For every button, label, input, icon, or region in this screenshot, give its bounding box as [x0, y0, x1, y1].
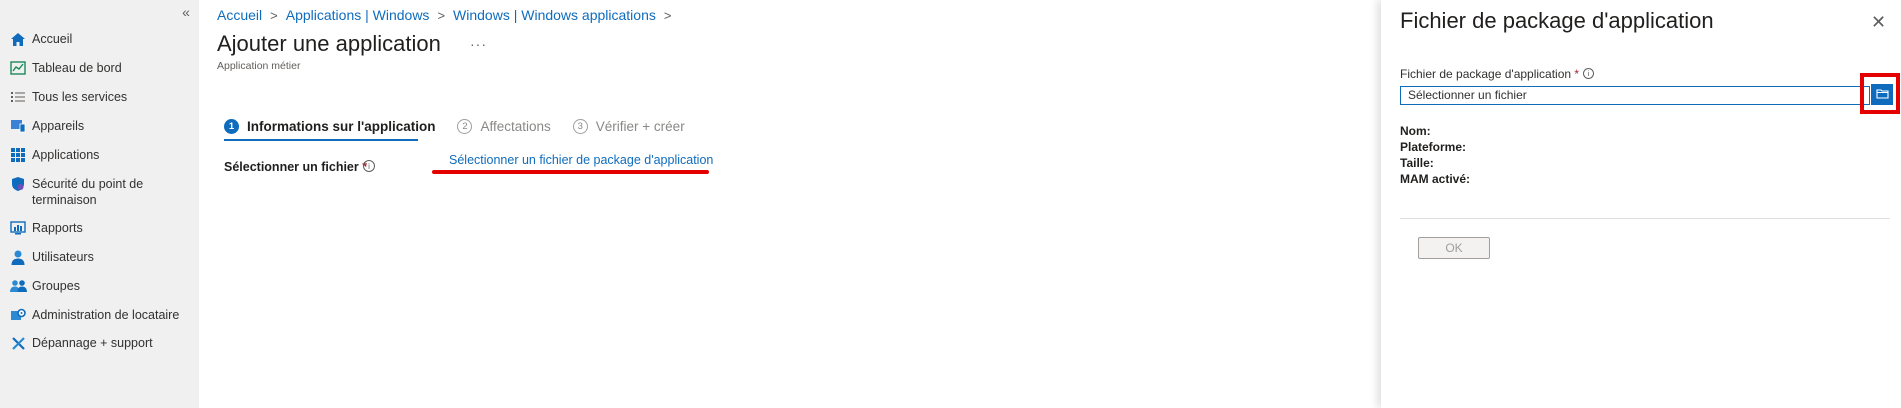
- breadcrumb-link-windows-applications[interactable]: Windows | Windows applications: [453, 7, 656, 23]
- sidebar-item-label: Applications: [32, 148, 100, 162]
- package-file-panel: Fichier de package d'application ✕ Fichi…: [1381, 0, 1901, 408]
- sidebar-item-rapports[interactable]: Rapports: [9, 220, 192, 236]
- home-icon: [9, 31, 27, 47]
- select-file-label: Sélectionner un fichier *: [224, 160, 367, 174]
- info-icon[interactable]: i: [1583, 68, 1594, 79]
- close-panel-button[interactable]: ✕: [1871, 12, 1886, 33]
- sidebar-item-label: Tableau de bord: [32, 61, 122, 75]
- sidebar-item-label: Dépannage + support: [32, 336, 153, 350]
- devices-icon: [9, 118, 27, 134]
- tools-icon: [9, 335, 27, 351]
- sidebar-item-groupes[interactable]: Groupes: [9, 278, 192, 294]
- package-file-field-label: Fichier de package d'application *: [1400, 67, 1579, 81]
- tab-label: Vérifier + créer: [595, 118, 685, 134]
- meta-taille: Taille:: [1400, 156, 1434, 170]
- meta-nom: Nom:: [1400, 124, 1431, 138]
- tab-informations[interactable]: 1 Informations sur l'application: [224, 115, 435, 137]
- tab-verifier-creer[interactable]: 3 Vérifier + créer: [572, 115, 685, 137]
- sidebar-item-tableau-de-bord[interactable]: Tableau de bord: [9, 60, 192, 76]
- sidebar-item-appareils[interactable]: Appareils: [9, 118, 192, 134]
- tab-label: Informations sur l'application: [247, 118, 436, 134]
- select-package-file-link[interactable]: Sélectionner un fichier de package d'app…: [449, 153, 713, 167]
- sidebar-item-utilisateurs[interactable]: Utilisateurs: [9, 249, 192, 265]
- panel-title: Fichier de package d'application: [1400, 8, 1714, 33]
- tenant-admin-icon: [9, 307, 27, 323]
- ok-button[interactable]: OK: [1418, 237, 1490, 259]
- package-file-field-label-text: Fichier de package d'application: [1400, 67, 1572, 81]
- chevron-right-icon: >: [270, 7, 278, 23]
- sidebar-item-label: Administration de locataire: [32, 308, 180, 322]
- apps-grid-icon: [9, 147, 27, 163]
- package-file-input[interactable]: Sélectionner un fichier: [1400, 86, 1870, 105]
- breadcrumb: Accueil > Applications | Windows > Windo…: [217, 7, 679, 23]
- select-file-label-text: Sélectionner un fichier: [224, 160, 359, 174]
- sidebar-item-depannage[interactable]: Dépannage + support: [9, 335, 192, 351]
- user-icon: [9, 249, 27, 265]
- info-icon[interactable]: i: [363, 160, 375, 172]
- sidebar-item-label: Sécurité du point de terminaison: [32, 177, 144, 207]
- sidebar-item-label: Appareils: [32, 119, 85, 133]
- sidebar-item-label: Groupes: [32, 279, 80, 293]
- highlight-box-annotation: [1860, 73, 1900, 114]
- sidebar-item-securite[interactable]: Sécurité du point de terminaison: [9, 176, 192, 208]
- step-number-badge: 2: [457, 118, 473, 134]
- sidebar-item-label: Tous les services: [32, 90, 128, 104]
- step-number-badge: 1: [224, 118, 239, 134]
- left-nav-sidebar: « Accueil Tableau de bord Tous les servi…: [0, 0, 199, 408]
- list-icon: [9, 89, 27, 105]
- wizard-tabs: 1 Informations sur l'application 2 Affec…: [224, 115, 707, 141]
- more-options-button[interactable]: ···: [470, 36, 487, 52]
- sidebar-item-accueil[interactable]: Accueil: [9, 31, 192, 47]
- breadcrumb-link-applications-windows[interactable]: Applications | Windows: [286, 7, 430, 23]
- collapse-sidebar-button[interactable]: «: [176, 2, 196, 22]
- reports-icon: [9, 220, 27, 236]
- meta-mam-active: MAM activé:: [1400, 172, 1471, 186]
- meta-plateforme: Plateforme:: [1400, 140, 1467, 154]
- dashboard-icon: [9, 60, 27, 76]
- chevron-right-icon: >: [663, 7, 672, 23]
- sidebar-item-label: Utilisateurs: [32, 250, 94, 264]
- page-title: Ajouter une application: [217, 31, 441, 56]
- step-number-badge: 3: [572, 118, 588, 134]
- active-tab-indicator: [224, 139, 418, 141]
- breadcrumb-link-accueil[interactable]: Accueil: [217, 7, 262, 23]
- page-subtitle: Application métier: [217, 60, 301, 72]
- chevron-right-icon: >: [437, 7, 446, 23]
- tab-label: Affectations: [480, 118, 551, 134]
- sidebar-item-administration[interactable]: Administration de locataire: [9, 307, 192, 323]
- divider: [1400, 218, 1890, 219]
- tab-affectations[interactable]: 2 Affectations: [457, 115, 551, 137]
- sidebar-item-label: Accueil: [32, 32, 73, 46]
- shield-icon: [9, 176, 27, 192]
- sidebar-item-label: Rapports: [32, 221, 83, 235]
- sidebar-item-applications[interactable]: Applications: [9, 147, 192, 163]
- highlight-underline-annotation: [432, 170, 709, 174]
- required-marker: *: [1574, 67, 1580, 81]
- sidebar-item-tous-les-services[interactable]: Tous les services: [9, 89, 192, 105]
- group-icon: [9, 278, 27, 294]
